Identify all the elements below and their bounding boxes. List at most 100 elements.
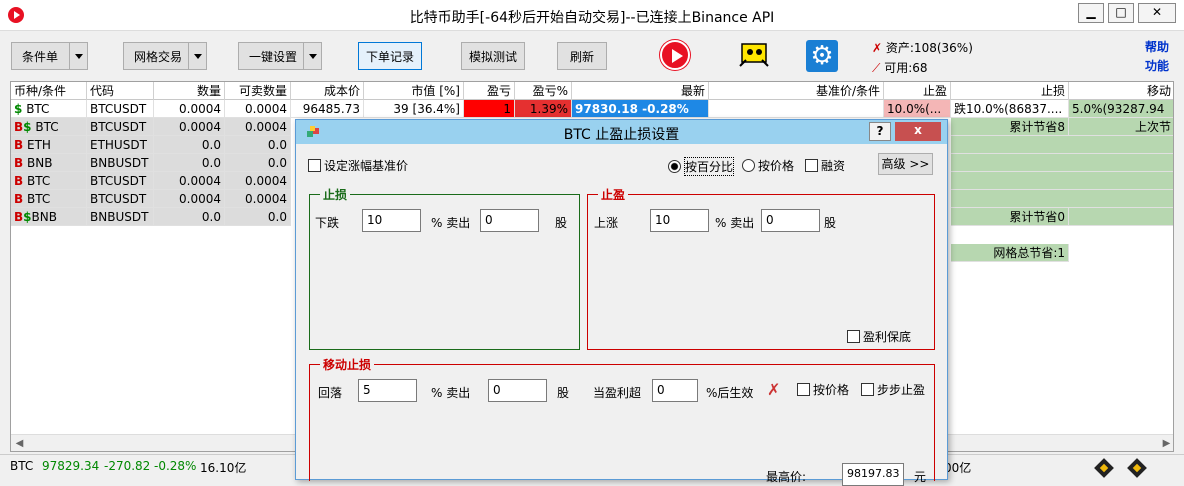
checkbox-box[interactable] xyxy=(797,383,810,396)
cell-sl xyxy=(951,172,1173,190)
table-header: 币种/条件 代码 数量 可卖数量 成本价 市值 [%] 盈亏 盈亏% 最新 基准… xyxy=(11,82,1173,100)
unit-label: 股 xyxy=(557,386,570,400)
binance-icon xyxy=(1094,458,1114,478)
sell-input[interactable]: 0 xyxy=(488,379,547,402)
one-key-setup-label: 一键设置 xyxy=(249,49,298,64)
cell-coin: BNB xyxy=(26,156,53,170)
cell-coin: BNB xyxy=(31,210,57,224)
status-volume: 16.10亿 xyxy=(200,461,247,475)
cell-sl: 跌10.0%(86837.... xyxy=(951,100,1069,118)
function-link[interactable]: 功能 xyxy=(1145,57,1169,76)
effect-label: %后生效 xyxy=(706,386,754,400)
profit-protect-checkbox[interactable]: 盈利保底 xyxy=(847,328,911,345)
help-link[interactable]: 帮助 xyxy=(1145,38,1169,57)
cell-coin: ETH xyxy=(26,138,51,152)
chevron-down-icon[interactable] xyxy=(188,43,206,69)
simulation-button[interactable]: 模拟测试 xyxy=(461,42,525,70)
col-tp[interactable]: 止盈 xyxy=(884,82,951,100)
col-base[interactable]: 基准价/条件 xyxy=(709,82,884,100)
sell-input[interactable]: 0 xyxy=(480,209,539,232)
cell-qty: 0.0 xyxy=(154,154,225,172)
max-price-label: 最高价: xyxy=(766,470,807,484)
cell-code: ETHUSDT xyxy=(87,136,154,154)
radio-dot[interactable] xyxy=(742,159,755,172)
chevron-down-icon[interactable] xyxy=(303,43,321,69)
margin-checkbox[interactable]: 融资 xyxy=(805,157,845,174)
margin-label: 融资 xyxy=(821,159,846,173)
by-percent-label: 按百分比 xyxy=(684,157,735,176)
drop-label: 下跌 xyxy=(315,216,340,230)
col-pl-pct[interactable]: 盈亏% xyxy=(515,82,572,100)
max-price-input[interactable]: 98197.83 xyxy=(842,463,904,486)
profit-over-label: 当盈利超 xyxy=(593,386,642,400)
cell-sellable: 0.0004 xyxy=(225,172,291,190)
by-price-radio[interactable]: 按价格 xyxy=(742,157,794,174)
dialog-close-button[interactable]: x xyxy=(895,122,941,141)
checkbox-box[interactable] xyxy=(861,383,874,396)
close-button[interactable]: ✕ xyxy=(1138,3,1176,23)
sell-input[interactable]: 0 xyxy=(761,209,820,232)
tools-icon[interactable]: ✗ xyxy=(767,380,780,399)
available-funds: 可用:68 xyxy=(884,61,928,75)
profit-over-input[interactable]: 0 xyxy=(652,379,698,402)
condition-order-button[interactable]: 条件单 xyxy=(11,42,88,70)
grid-trade-button[interactable]: 网格交易 xyxy=(123,42,207,70)
condition-icon: B xyxy=(14,174,24,188)
pullback-input[interactable]: 5 xyxy=(358,379,417,402)
status-price: 97829.34 xyxy=(42,459,100,473)
scroll-left-icon[interactable]: ◀ xyxy=(11,435,28,451)
dialog-title-bar: BTC 止盈止损设置 ? x xyxy=(296,120,947,144)
chevron-down-icon[interactable] xyxy=(69,43,87,69)
base-price-checkbox[interactable]: 设定涨幅基准价 xyxy=(308,157,408,174)
grid-trade-label: 网格交易 xyxy=(134,49,183,64)
radio-dot[interactable] xyxy=(668,160,681,173)
col-sl[interactable]: 止损 xyxy=(951,82,1069,100)
col-last[interactable]: 最新 xyxy=(572,82,709,100)
col-coin[interactable]: 币种/条件 xyxy=(11,82,87,100)
condition-icon: B xyxy=(14,210,24,224)
col-code[interactable]: 代码 xyxy=(87,82,154,100)
maximize-button[interactable]: □ xyxy=(1108,3,1134,23)
checkbox-box[interactable] xyxy=(847,330,860,343)
cell-sellable: 0.0 xyxy=(225,208,291,226)
cell-code: BTCUSDT xyxy=(87,172,154,190)
one-key-setup-button[interactable]: 一键设置 xyxy=(238,42,322,70)
col-cost[interactable]: 成本价 xyxy=(291,82,364,100)
table-row[interactable]: $ BTC BTCUSDT 0.0004 0.0004 96485.73 39 … xyxy=(11,100,1173,118)
drop-input[interactable]: 10 xyxy=(362,209,421,232)
by-percent-radio[interactable]: 按百分比 xyxy=(668,157,735,176)
refresh-button[interactable]: 刷新 xyxy=(557,42,607,70)
checkbox-box[interactable] xyxy=(805,159,818,172)
step-profit-checkbox[interactable]: 步步止盈 xyxy=(861,381,925,398)
cell-coin: BTC xyxy=(26,102,50,116)
stop-loss-dialog: BTC 止盈止损设置 ? x 设定涨幅基准价 按百分比 按价格 融资 高级 >>… xyxy=(295,119,948,486)
status-symbol: BTC xyxy=(10,459,34,473)
gear-icon[interactable]: ⚙ xyxy=(806,40,838,72)
col-value[interactable]: 市值 [%] xyxy=(364,82,464,100)
col-qty[interactable]: 数量 xyxy=(154,82,225,100)
robot-icon[interactable] xyxy=(738,40,770,68)
advanced-button[interactable]: 高级 >> xyxy=(878,153,933,175)
status-change: -270.82 xyxy=(104,459,151,473)
total-assets: 资产:108(36%) xyxy=(885,41,973,55)
col-move[interactable]: 移动 xyxy=(1069,82,1173,100)
take-profit-group: 止盈 上涨 10 % 卖出 0 股 盈利保底 xyxy=(587,186,935,350)
unit-label: 股 xyxy=(555,216,568,230)
trail-by-price-checkbox[interactable]: 按价格 xyxy=(797,381,849,398)
status-volume-2: 00亿 xyxy=(944,461,972,475)
dialog-title: BTC 止盈止损设置 xyxy=(563,127,680,143)
cell-coin: BTC xyxy=(35,120,59,134)
checkbox-box[interactable] xyxy=(308,159,321,172)
cell-move: 5.0%(93287.94 xyxy=(1069,100,1173,118)
col-sellable[interactable]: 可卖数量 xyxy=(225,82,291,100)
play-icon[interactable] xyxy=(660,40,690,70)
order-history-button[interactable]: 下单记录 xyxy=(358,42,422,70)
rise-input[interactable]: 10 xyxy=(650,209,709,232)
dialog-help-button[interactable]: ? xyxy=(869,122,891,141)
scroll-right-icon[interactable]: ▶ xyxy=(1158,435,1173,451)
cell-qty: 0.0004 xyxy=(154,172,225,190)
window-title: 比特币助手[-64秒后开始自动交易]--已连接上Binance API xyxy=(409,10,775,26)
cell-qty: 0.0 xyxy=(154,136,225,154)
col-pl[interactable]: 盈亏 xyxy=(464,82,515,100)
minimize-button[interactable]: ▁ xyxy=(1078,3,1104,23)
